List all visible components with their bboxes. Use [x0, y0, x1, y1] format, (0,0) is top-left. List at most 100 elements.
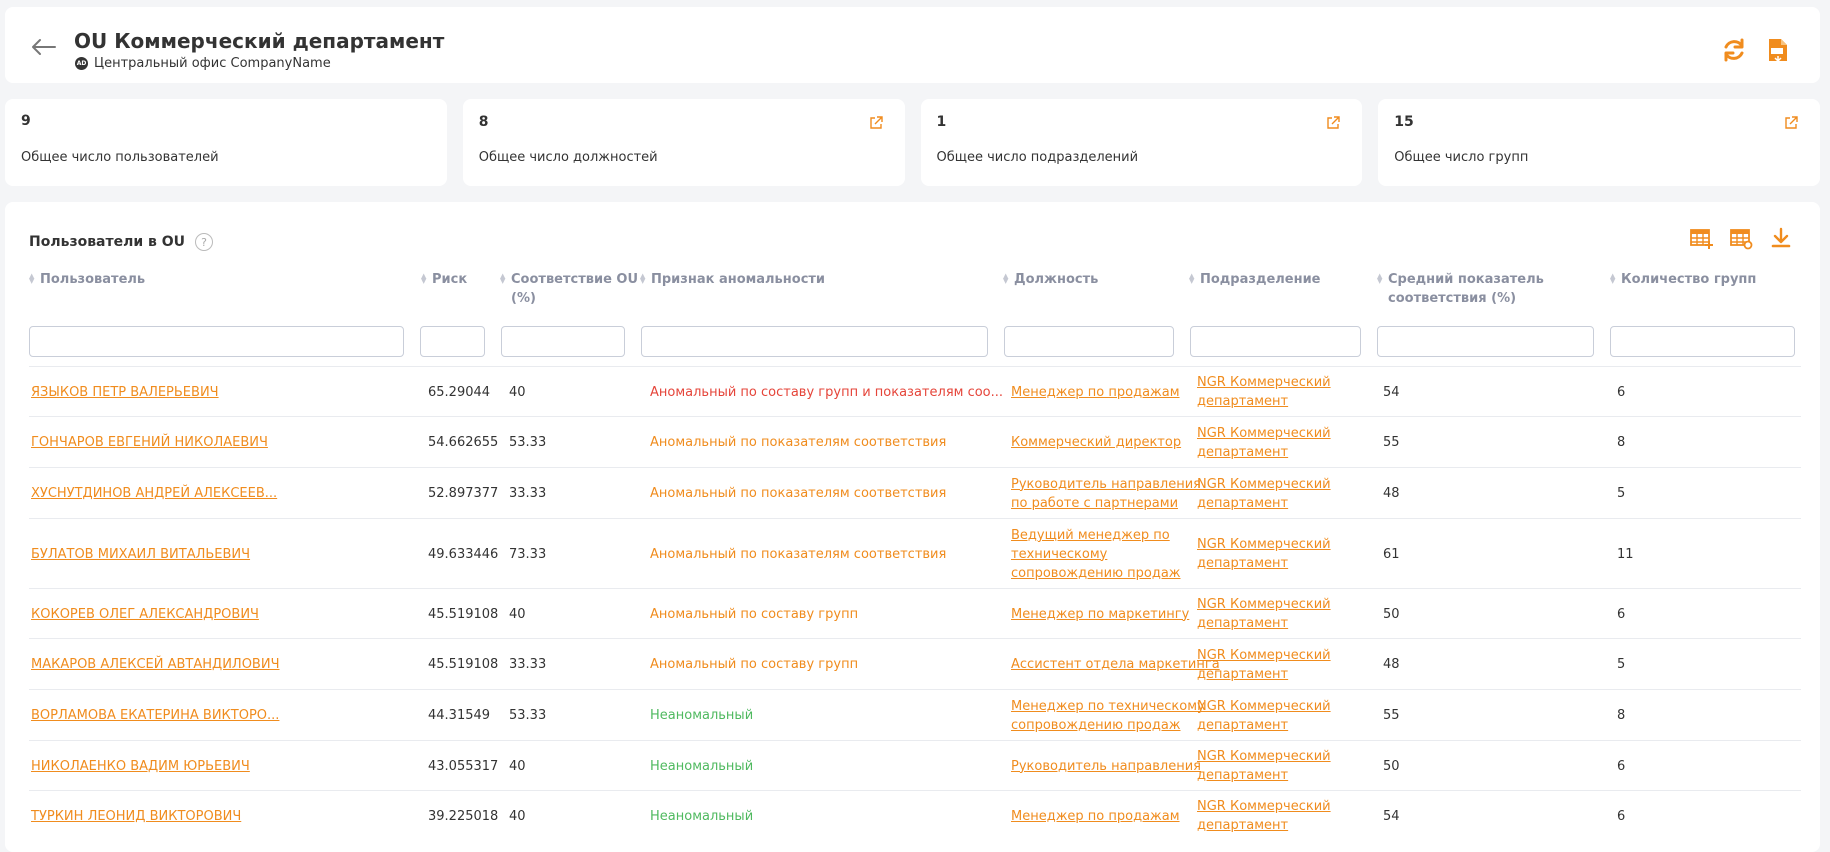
group-count-value: 8: [1617, 435, 1626, 450]
column-header-anomaly[interactable]: ▲ ▼ Признак аномальности: [640, 270, 825, 289]
filter-ou-match-input[interactable]: [501, 326, 625, 357]
risk-value: 39.225018: [428, 808, 499, 824]
anomaly-status: Аномальный по показателям соответствия: [650, 435, 947, 450]
ou-match-value: 33.33: [509, 486, 547, 501]
position-link[interactable]: Ведущий менеджер по техническому сопровожд…: [1011, 526, 1181, 583]
avg-match-value: 50: [1383, 606, 1400, 622]
stat-value: 8: [478, 114, 489, 130]
department-link[interactable]: NGR Коммерческий департамент: [1197, 424, 1331, 462]
user-link[interactable]: ХУСНУТДИНОВ АНДРЕЙ АЛЕКСЕЕВ...: [31, 484, 277, 503]
position-link[interactable]: Руководитель направления по работе с парт…: [1011, 475, 1201, 513]
avg-match-value: 55: [1383, 708, 1400, 723]
department-link[interactable]: NGR Коммерческий департамент: [1197, 535, 1331, 573]
position-link[interactable]: Менеджер по продажам: [1011, 807, 1180, 826]
risk-value: 43.055317: [428, 758, 499, 774]
external-link-icon[interactable]: [869, 116, 883, 130]
user-link[interactable]: ГОНЧАРОВ ЕВГЕНИЙ НИКОЛАЕВИЧ: [31, 433, 268, 452]
risk-value: 45.519108: [428, 657, 499, 672]
sort-icon: ▲ ▼: [500, 272, 506, 285]
filter-avg-match-input[interactable]: [1377, 326, 1594, 357]
anomaly-status: Аномальный по показателям соответствия: [650, 546, 947, 562]
column-header-ou-match[interactable]: ▲ ▼ Соответствие OU (%): [500, 270, 638, 308]
department-link[interactable]: NGR Коммерческий департамент: [1197, 373, 1331, 411]
stat-value: 9: [21, 113, 31, 129]
sort-icon: ▲ ▼: [1610, 272, 1616, 285]
table-row: ЯЗЫКОВ ПЕТР ВАЛЕРЬЕВИЧ 65.29044 40 Аномальн…: [29, 366, 1801, 416]
column-header-group-count[interactable]: ▲ ▼ Количество групп: [1610, 270, 1756, 289]
help-icon[interactable]: ?: [195, 233, 214, 251]
column-header-user[interactable]: ▲ ▼ Пользователь: [29, 270, 145, 289]
anomaly-status: Аномальный по составу групп: [650, 657, 859, 672]
sort-icon: ▲ ▼: [1377, 272, 1383, 285]
table-row: МАКАРОВ АЛЕКСЕЙ АВТАНДИЛОВИЧ 45.519108 33.…: [29, 638, 1801, 689]
external-link-icon[interactable]: [1784, 116, 1798, 130]
position-link[interactable]: Коммерческий директор: [1011, 433, 1181, 452]
download-icon[interactable]: [1769, 226, 1793, 250]
table-row: ТУРКИН ЛЕОНИД ВИКТОРОВИЧ 39.225018 40 Неано…: [29, 790, 1801, 840]
user-link[interactable]: КОКОРЕВ ОЛЕГ АЛЕКСАНДРОВИЧ: [31, 605, 259, 624]
sort-icon: ▲ ▼: [29, 272, 35, 285]
group-count-value: 5: [1617, 657, 1626, 672]
stat-value: 1: [936, 114, 947, 130]
group-count-value: 6: [1617, 758, 1626, 774]
position-link[interactable]: Менеджер по продажам: [1011, 383, 1180, 402]
anomaly-status: Неаномальный: [650, 708, 754, 723]
table-row: НИКОЛАЕНКО ВАДИМ ЮРЬЕВИЧ 43.055317 40 Неано…: [29, 740, 1801, 790]
users-panel: Пользователи в OU ? ▲ ▼ Пользователь ▲ ▼ Рис…: [5, 202, 1820, 852]
anomaly-status: Аномальный по составу групп: [650, 606, 859, 622]
department-link[interactable]: NGR Коммерческий департамент: [1197, 475, 1331, 513]
active-directory-icon: AD: [75, 57, 88, 70]
panel-title: Пользователи в OU ?: [29, 233, 214, 251]
filter-user-input[interactable]: [29, 326, 404, 357]
group-count-value: 5: [1617, 486, 1626, 501]
user-link[interactable]: МАКАРОВ АЛЕКСЕЙ АВТАНДИЛОВИЧ: [31, 655, 279, 674]
stat-label: Общее число групп: [1394, 150, 1529, 165]
department-link[interactable]: NGR Коммерческий департамент: [1197, 697, 1331, 735]
external-link-icon[interactable]: [1326, 116, 1340, 130]
filter-risk-input[interactable]: [420, 326, 485, 357]
column-header-department[interactable]: ▲ ▼ Подразделение: [1189, 270, 1321, 289]
user-link[interactable]: ТУРКИН ЛЕОНИД ВИКТОРОВИЧ: [31, 807, 241, 826]
department-link[interactable]: NGR Коммерческий департамент: [1197, 646, 1331, 684]
position-link[interactable]: Ассистент отдела маркетинга: [1011, 655, 1220, 674]
column-header-risk[interactable]: ▲ ▼ Риск: [421, 270, 467, 289]
sort-icon: ▲ ▼: [421, 272, 427, 285]
ou-match-value: 33.33: [509, 657, 547, 672]
refresh-icon[interactable]: [1721, 37, 1747, 63]
group-count-value: 11: [1617, 546, 1634, 562]
position-link[interactable]: Руководитель направления: [1011, 757, 1201, 776]
column-header-position[interactable]: ▲ ▼ Должность: [1003, 270, 1098, 289]
stat-label: Общее число пользователей: [21, 150, 219, 165]
stat-card-departments: 1 Общее число подразделений: [920, 99, 1363, 186]
department-link[interactable]: NGR Коммерческий департамент: [1197, 595, 1331, 633]
filter-department-input[interactable]: [1190, 326, 1361, 357]
table-settings-icon[interactable]: [1729, 226, 1753, 250]
table-add-column-icon[interactable]: [1689, 226, 1713, 250]
ou-match-value: 53.33: [509, 708, 547, 723]
filter-anomaly-input[interactable]: [641, 326, 988, 357]
department-link[interactable]: NGR Коммерческий департамент: [1197, 747, 1331, 785]
stat-value: 15: [1394, 114, 1414, 130]
column-header-avg-match[interactable]: ▲ ▼ Средний показатель соответствия (%): [1377, 270, 1544, 308]
position-link[interactable]: Менеджер по маркетингу: [1011, 605, 1189, 624]
back-arrow-icon[interactable]: [27, 33, 59, 61]
user-link[interactable]: ЯЗЫКОВ ПЕТР ВАЛЕРЬЕВИЧ: [31, 383, 219, 402]
position-link[interactable]: Менеджер по техническому сопровождению пр…: [1011, 697, 1205, 735]
department-link[interactable]: NGR Коммерческий департамент: [1197, 797, 1331, 835]
anomaly-status: Неаномальный: [650, 808, 754, 824]
user-link[interactable]: ВОРЛАМОВА ЕКАТЕРИНА ВИКТОРО...: [31, 706, 279, 725]
pdf-export-icon[interactable]: [1765, 37, 1791, 63]
stat-label: Общее число должностей: [478, 150, 658, 165]
avg-match-value: 48: [1383, 657, 1400, 672]
user-link[interactable]: НИКОЛАЕНКО ВАДИМ ЮРЬЕВИЧ: [31, 757, 250, 776]
avg-match-value: 54: [1383, 808, 1400, 824]
ou-match-value: 40: [509, 606, 526, 622]
user-link[interactable]: БУЛАТОВ МИХАИЛ ВИТАЛЬЕВИЧ: [31, 545, 250, 564]
filter-group-count-input[interactable]: [1610, 326, 1795, 357]
table-row: ВОРЛАМОВА ЕКАТЕРИНА ВИКТОРО... 44.31549 53…: [29, 689, 1801, 740]
page-title: OU Коммерческий департамент: [74, 29, 445, 53]
filter-position-input[interactable]: [1004, 326, 1174, 357]
ou-match-value: 40: [509, 384, 526, 400]
avg-match-value: 48: [1383, 486, 1400, 501]
page-subtitle: AD Центральный офис CompanyName: [75, 56, 331, 71]
